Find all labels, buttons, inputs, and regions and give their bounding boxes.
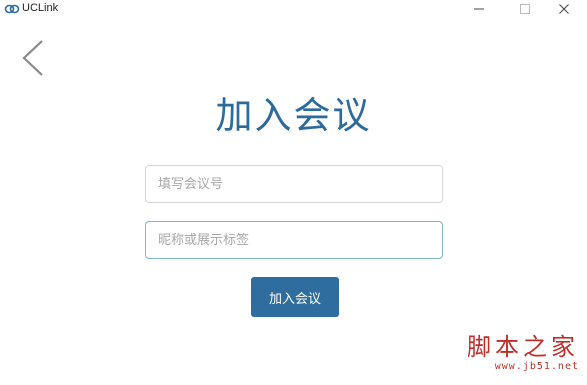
- link-rings-icon: [4, 4, 20, 14]
- app-window: UCLink 加入会议 加入会议 脚本之家 www.jb51.net: [0, 0, 587, 385]
- close-icon: [559, 4, 569, 14]
- back-button[interactable]: [16, 38, 52, 78]
- meeting-id-input[interactable]: [145, 165, 443, 203]
- minimize-icon: [474, 8, 484, 10]
- chevron-left-icon: [22, 40, 43, 76]
- close-button[interactable]: [541, 0, 587, 18]
- minimize-button[interactable]: [456, 0, 502, 18]
- title-bar: UCLink: [0, 0, 587, 18]
- watermark: 脚本之家 www.jb51.net: [467, 333, 579, 373]
- watermark-url: www.jb51.net: [494, 361, 579, 372]
- nickname-input[interactable]: [145, 221, 443, 259]
- maximize-icon: [520, 4, 530, 14]
- window-title: UCLink: [22, 2, 59, 14]
- join-meeting-button[interactable]: 加入会议: [251, 277, 339, 317]
- watermark-text: 脚本之家: [467, 333, 579, 361]
- page-title: 加入会议: [215, 94, 372, 137]
